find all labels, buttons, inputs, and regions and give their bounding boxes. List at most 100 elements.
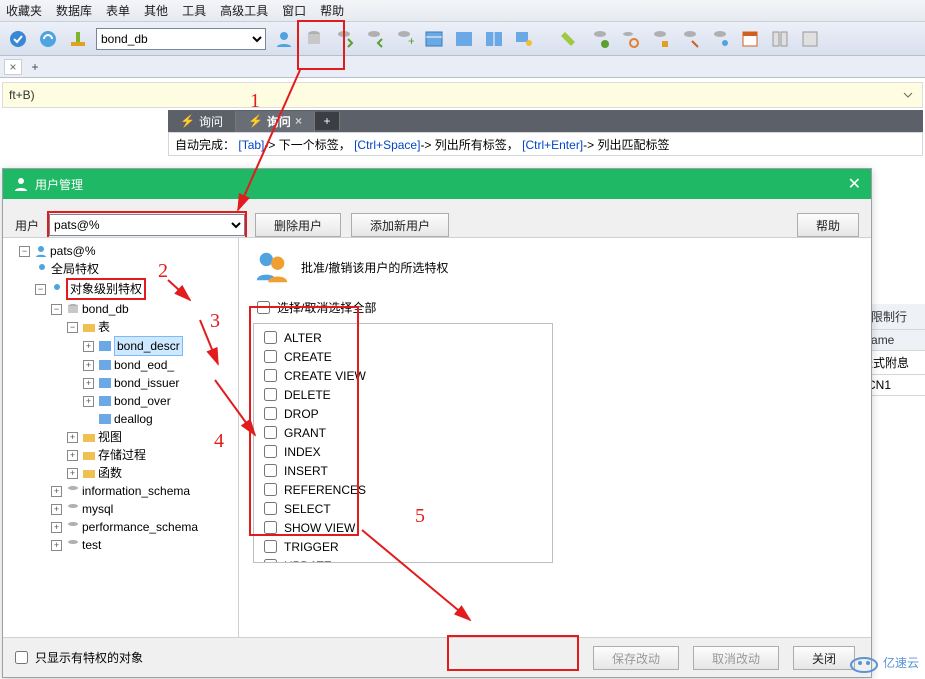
toolbar: bond_db + xyxy=(0,22,925,56)
layout-icon[interactable] xyxy=(768,27,792,51)
priv-item[interactable]: GRANT xyxy=(260,423,546,442)
table-new-icon[interactable] xyxy=(422,27,446,51)
tree-tables[interactable]: 表 xyxy=(98,318,110,336)
tree-expander[interactable]: − xyxy=(35,284,46,295)
tree-expander[interactable]: + xyxy=(83,360,94,371)
dropdown-icon[interactable] xyxy=(900,87,916,103)
priv-item[interactable]: SHOW VIEW xyxy=(260,518,546,537)
select-all-checkbox[interactable]: 选择/取消选择全部 xyxy=(253,298,857,317)
delete-user-button[interactable]: 删除用户 xyxy=(255,213,341,237)
db-user-icon[interactable] xyxy=(708,27,732,51)
tree-db[interactable]: test xyxy=(82,536,101,554)
tree-table[interactable]: bond_over xyxy=(114,392,171,410)
user-select[interactable]: pats@% xyxy=(49,214,245,236)
db-edit-icon[interactable] xyxy=(678,27,702,51)
db-config-icon[interactable] xyxy=(648,27,672,51)
tree-expander[interactable]: + xyxy=(83,378,94,389)
tree-expander[interactable]: − xyxy=(19,246,30,257)
tree-expander[interactable]: + xyxy=(51,486,62,497)
object-tree[interactable]: −pats@% 全局特权 −对象级别特权 −bond_db −表 +bond_d… xyxy=(3,238,239,637)
add-user-button[interactable]: 添加新用户 xyxy=(351,213,449,237)
save-button[interactable]: 保存改动 xyxy=(593,646,679,670)
cleanup-icon[interactable] xyxy=(558,27,582,51)
db-export-icon[interactable] xyxy=(332,27,356,51)
close-icon[interactable]: ✕ xyxy=(848,174,861,194)
query-tab-2[interactable]: ⚡询问× xyxy=(236,111,315,132)
tree-expander[interactable]: + xyxy=(83,341,94,352)
tab-add[interactable]: + xyxy=(26,60,44,74)
tree-expander[interactable]: + xyxy=(67,468,78,479)
priv-item[interactable]: SELECT xyxy=(260,499,546,518)
tree-table[interactable]: bond_eod_ xyxy=(114,356,174,374)
db-search-icon[interactable] xyxy=(618,27,642,51)
db-open-icon[interactable] xyxy=(302,27,326,51)
priv-item[interactable]: INSERT xyxy=(260,461,546,480)
priv-item[interactable]: CREATE VIEW xyxy=(260,366,546,385)
tree-views[interactable]: 视图 xyxy=(98,428,122,446)
options-icon[interactable] xyxy=(798,27,822,51)
priv-item[interactable]: CREATE xyxy=(260,347,546,366)
tree-funcs[interactable]: 函数 xyxy=(98,464,122,482)
priv-item[interactable]: INDEX xyxy=(260,442,546,461)
priv-item[interactable]: REFERENCES xyxy=(260,480,546,499)
db-sync-icon[interactable] xyxy=(588,27,612,51)
menu-window[interactable]: 窗口 xyxy=(282,2,306,19)
only-priv-checkbox[interactable] xyxy=(15,651,28,664)
tree-expander[interactable]: + xyxy=(83,396,94,407)
query-tab-add[interactable]: + xyxy=(315,112,340,130)
menu-favorites[interactable]: 收藏夹 xyxy=(6,2,42,19)
tree-db[interactable]: mysql xyxy=(82,500,113,518)
database-select[interactable]: bond_db xyxy=(96,28,266,50)
db-import-icon[interactable] xyxy=(362,27,386,51)
tree-table-selected[interactable]: bond_descr xyxy=(114,336,183,356)
tree-procs[interactable]: 存储过程 xyxy=(98,446,146,464)
tree-expander[interactable]: − xyxy=(67,322,78,333)
tree-table[interactable]: bond_issuer xyxy=(114,374,179,392)
help-button[interactable]: 帮助 xyxy=(797,213,859,237)
table-key-icon[interactable] xyxy=(512,27,536,51)
folder-icon xyxy=(82,466,96,480)
priv-item[interactable]: UPDATE xyxy=(260,556,546,563)
watermark-logo: 亿速云 xyxy=(849,651,919,673)
menu-advtools[interactable]: 高级工具 xyxy=(220,2,268,19)
tree-expander[interactable]: + xyxy=(67,450,78,461)
db-plus-icon[interactable]: + xyxy=(392,27,416,51)
tree-db[interactable]: bond_db xyxy=(82,300,129,318)
menu-database[interactable]: 数据库 xyxy=(56,2,92,19)
tree-expander[interactable]: + xyxy=(67,432,78,443)
menu-help[interactable]: 帮助 xyxy=(320,2,344,19)
dialog-titlebar: 用户管理 ✕ xyxy=(3,169,871,199)
tree-expander[interactable]: + xyxy=(51,504,62,515)
table-alt-icon[interactable] xyxy=(452,27,476,51)
tree-expander[interactable]: − xyxy=(51,304,62,315)
user-manager-icon[interactable] xyxy=(272,27,296,51)
tab-close-icon[interactable]: × xyxy=(295,114,302,128)
tree-root[interactable]: pats@% xyxy=(50,242,96,260)
cancel-button[interactable]: 取消改动 xyxy=(693,646,779,670)
menu-forms[interactable]: 表单 xyxy=(106,2,130,19)
tree-db[interactable]: information_schema xyxy=(82,482,190,500)
new-connection-icon[interactable] xyxy=(6,27,30,51)
refresh-icon[interactable] xyxy=(36,27,60,51)
priv-item[interactable]: DROP xyxy=(260,404,546,423)
shortcut-text: ft+B) xyxy=(9,88,35,102)
tree-db[interactable]: performance_schema xyxy=(82,518,198,536)
tree-table[interactable]: deallog xyxy=(114,410,153,428)
menu-other[interactable]: 其他 xyxy=(144,2,168,19)
tree-expander[interactable]: + xyxy=(51,522,62,533)
close-button[interactable]: 关闭 xyxy=(793,646,855,670)
tree-global[interactable]: 全局特权 xyxy=(51,260,99,278)
database-icon xyxy=(66,502,80,516)
priv-item[interactable]: TRIGGER xyxy=(260,537,546,556)
tree-expander[interactable]: + xyxy=(51,540,62,551)
user-alt-icon[interactable] xyxy=(66,27,90,51)
query-tab-1[interactable]: ⚡询问 xyxy=(168,111,236,132)
schedule-icon[interactable] xyxy=(738,27,762,51)
tab-close[interactable]: × xyxy=(4,59,22,75)
menubar: 收藏夹 数据库 表单 其他 工具 高级工具 窗口 帮助 xyxy=(0,0,925,22)
priv-item[interactable]: DELETE xyxy=(260,385,546,404)
menu-tools[interactable]: 工具 xyxy=(182,2,206,19)
priv-item[interactable]: ALTER xyxy=(260,328,546,347)
table-grid-icon[interactable] xyxy=(482,27,506,51)
tree-object-priv[interactable]: 对象级别特权 xyxy=(66,278,146,300)
